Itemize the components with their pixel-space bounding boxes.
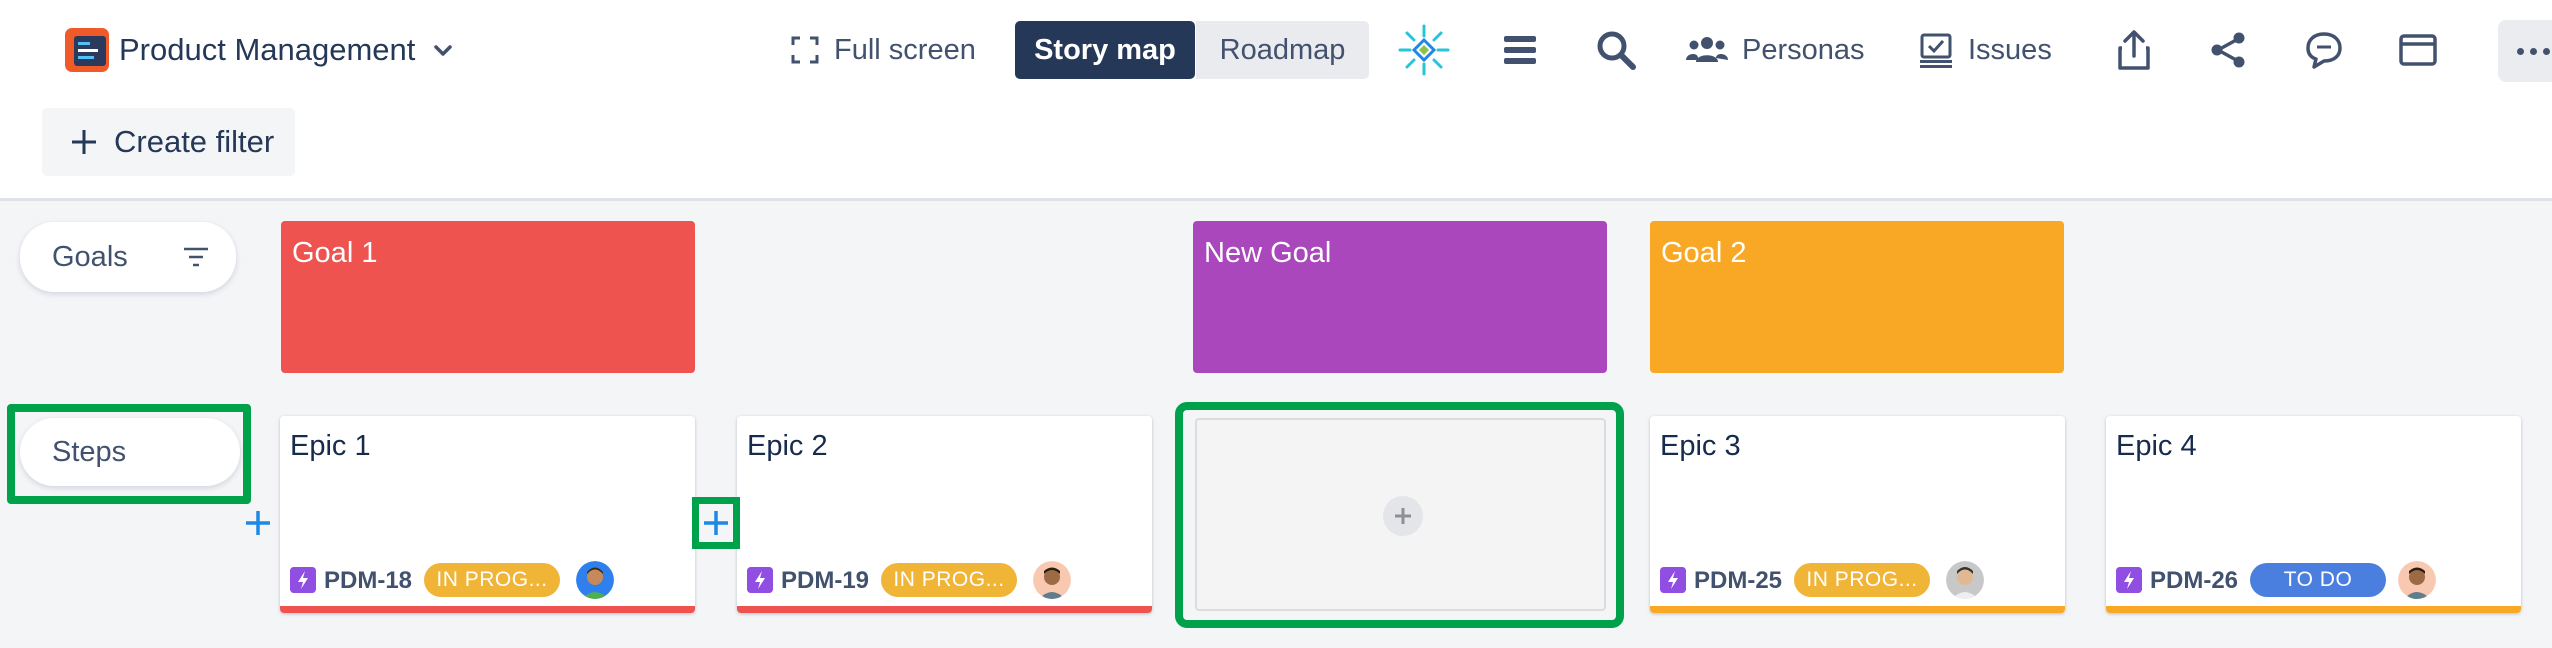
epic-title: Epic 3 [1660, 430, 1741, 462]
highlight-box [692, 497, 740, 549]
highlight-box [7, 404, 251, 504]
issue-key[interactable]: PDM-19 [781, 567, 869, 595]
window-icon[interactable] [2396, 28, 2440, 72]
issues-icon [1920, 33, 1952, 68]
goal-color-bar [737, 606, 1152, 613]
highlight-box [1175, 402, 1624, 628]
issue-key[interactable]: PDM-26 [2150, 567, 2238, 595]
epic-card-epic-2[interactable]: Epic 2 PDM-19 IN PROG... [737, 416, 1152, 613]
top-toolbar: Product Management Full screen Story map… [0, 0, 2552, 201]
status-badge[interactable]: TO DO [2250, 563, 2386, 597]
epic-type-icon [290, 567, 316, 593]
list-icon[interactable] [1498, 28, 1542, 72]
epic-card-epic-1[interactable]: Epic 1 PDM-18 IN PROG... [280, 416, 695, 613]
create-filter-button[interactable]: Create filter [42, 108, 295, 176]
personas-button[interactable]: Personas [1686, 22, 1865, 78]
goals-label: Goals [52, 240, 128, 273]
share-export-icon[interactable] [2112, 28, 2156, 72]
fullscreen-icon [791, 36, 819, 64]
search-icon[interactable] [1594, 28, 1638, 72]
goal-color-bar [2106, 606, 2521, 613]
goals-row-label[interactable]: Goals [20, 222, 236, 292]
add-step-button[interactable] [243, 508, 273, 538]
structure-icon[interactable] [1398, 24, 1450, 76]
personas-label: Personas [1742, 33, 1865, 66]
epic-type-icon [2116, 567, 2142, 593]
personas-icon [1686, 37, 1728, 62]
share-icon[interactable] [2206, 28, 2250, 72]
avatar[interactable] [1033, 561, 1071, 599]
plus-icon [72, 130, 96, 154]
epic-card-epic-3[interactable]: Epic 3 PDM-25 IN PROG... [1650, 416, 2065, 613]
tab-story-map[interactable]: Story map [1015, 21, 1195, 79]
issue-key[interactable]: PDM-18 [324, 567, 412, 595]
goal-title: Goal 2 [1661, 237, 1747, 269]
epic-type-icon [1660, 567, 1686, 593]
app-logo-icon [65, 28, 109, 72]
more-button[interactable] [2498, 20, 2552, 82]
tab-roadmap[interactable]: Roadmap [1196, 21, 1369, 79]
fullscreen-button[interactable]: Full screen [790, 22, 976, 78]
goal-title: Goal 1 [292, 237, 378, 269]
avatar[interactable] [2398, 561, 2436, 599]
goal-card-new-goal[interactable]: New Goal [1193, 221, 1607, 373]
more-icon [2516, 47, 2524, 55]
status-badge[interactable]: IN PROG... [881, 563, 1017, 597]
goal-color-bar [280, 606, 695, 613]
status-badge[interactable]: IN PROG... [424, 563, 560, 597]
project-title[interactable]: Product Management [119, 30, 415, 70]
epic-title: Epic 4 [2116, 430, 2197, 462]
epic-title: Epic 2 [747, 430, 828, 462]
goal-card-goal-1[interactable]: Goal 1 [281, 221, 695, 373]
chevron-down-icon[interactable] [428, 36, 458, 66]
goal-title: New Goal [1204, 237, 1332, 269]
fullscreen-label: Full screen [834, 33, 976, 66]
avatar[interactable] [1946, 561, 1984, 599]
comment-icon[interactable] [2302, 28, 2346, 72]
goal-card-goal-2[interactable]: Goal 2 [1650, 221, 2064, 373]
avatar[interactable] [576, 561, 614, 599]
status-badge[interactable]: IN PROG... [1794, 563, 1930, 597]
create-filter-label: Create filter [114, 124, 275, 159]
issues-label: Issues [1968, 33, 2052, 66]
epic-type-icon [747, 567, 773, 593]
issue-key[interactable]: PDM-25 [1694, 567, 1782, 595]
board-bottom [0, 636, 2552, 648]
filter-icon[interactable] [182, 244, 210, 270]
goal-color-bar [1650, 606, 2065, 613]
issues-button[interactable]: Issues [1918, 22, 2052, 78]
epic-title: Epic 1 [290, 430, 371, 462]
epic-card-epic-4[interactable]: Epic 4 PDM-26 TO DO [2106, 416, 2521, 613]
